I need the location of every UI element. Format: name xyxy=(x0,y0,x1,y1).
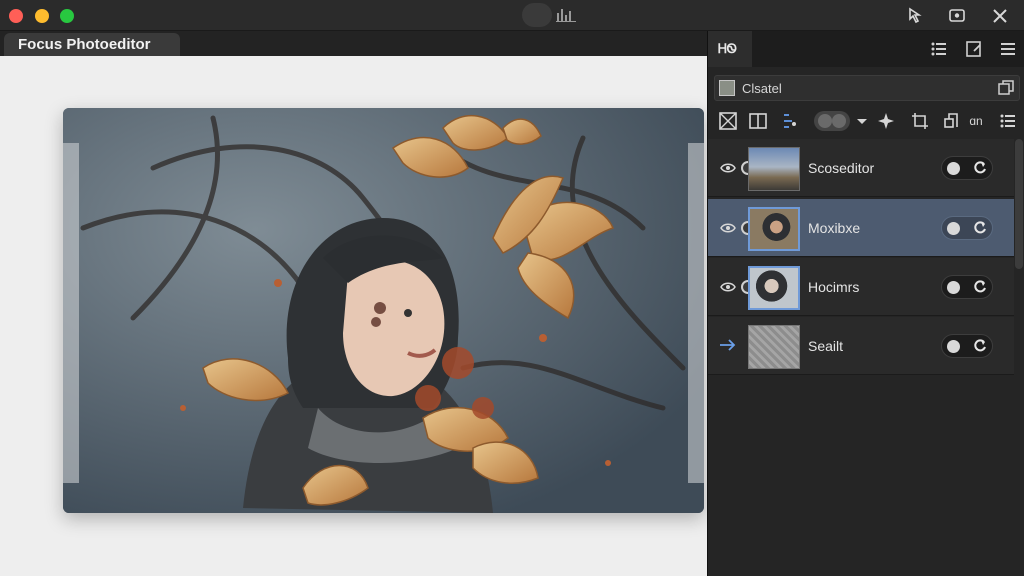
layer-thumbnail xyxy=(748,266,800,310)
document-tab[interactable]: Focus Photoeditor xyxy=(4,33,180,56)
layer-thumbnail xyxy=(748,207,800,251)
window-title-bar xyxy=(0,0,1024,31)
layer-name: Scoseditor xyxy=(808,160,875,176)
layer-row-selected[interactable]: Moxibxe xyxy=(708,199,1014,257)
layer-row[interactable]: Hocimrs xyxy=(708,258,1014,316)
layer-toggle[interactable] xyxy=(941,156,993,180)
filter-field-text: Clsatel xyxy=(742,81,782,96)
toggle-knob xyxy=(947,162,960,175)
list-icon[interactable] xyxy=(929,39,949,59)
eye-icon[interactable] xyxy=(720,279,736,295)
zoom-window-button[interactable] xyxy=(60,9,74,23)
layer-toolbar: ɑn xyxy=(714,108,1020,134)
refresh-icon[interactable] xyxy=(972,279,988,295)
layer-thumbnail xyxy=(748,325,800,369)
close-icon[interactable] xyxy=(989,5,1011,27)
eye-icon[interactable] xyxy=(720,220,736,236)
filter-thumbnail-icon xyxy=(719,80,735,96)
layer-toggle[interactable] xyxy=(941,216,993,240)
layer-name: Seailt xyxy=(808,338,844,354)
align-icon[interactable] xyxy=(942,111,962,131)
layers-panel: ᎻᏫ Clsatel ɑn Scoseditor Moxibxe Hocimrs… xyxy=(707,31,1024,576)
toggle-knob xyxy=(947,281,960,294)
toggle-knob xyxy=(947,222,960,235)
arrow-right-icon xyxy=(720,339,736,351)
layer-thumbnail xyxy=(748,147,800,191)
minimize-window-button[interactable] xyxy=(35,9,49,23)
edit-document-icon[interactable] xyxy=(964,39,984,59)
blend-mode-toggle[interactable] xyxy=(814,111,850,131)
layer-name: Moxibxe xyxy=(808,220,861,236)
list-icon[interactable] xyxy=(998,111,1018,131)
title-center-controls xyxy=(522,3,578,27)
document-tab-bar: Focus Photoeditor xyxy=(0,31,707,56)
book-icon[interactable] xyxy=(748,111,768,131)
chevron-down-icon[interactable] xyxy=(852,111,872,131)
layer-row[interactable]: Seailt xyxy=(708,317,1014,375)
histogram-icon[interactable] xyxy=(556,7,576,23)
menu-icon[interactable] xyxy=(998,39,1018,59)
toolbar-text-label: ɑn xyxy=(969,114,983,128)
screen-record-icon[interactable] xyxy=(946,5,968,27)
layer-filter-field[interactable]: Clsatel xyxy=(714,75,1020,101)
panel-tab-bar: ᎻᏫ xyxy=(708,31,1024,67)
panel-tab-active[interactable]: ᎻᏫ xyxy=(708,31,752,67)
eye-icon[interactable] xyxy=(720,160,736,176)
sidebar-toggle-pill[interactable] xyxy=(522,3,552,27)
mask-icon[interactable] xyxy=(718,111,738,131)
close-window-button[interactable] xyxy=(9,9,23,23)
layer-toggle[interactable] xyxy=(941,275,993,299)
toggle-knob xyxy=(947,340,960,353)
layer-list-scrollbar[interactable] xyxy=(1015,139,1023,269)
refresh-icon[interactable] xyxy=(972,220,988,236)
star-icon[interactable] xyxy=(876,111,896,131)
duplicate-icon[interactable] xyxy=(997,79,1015,97)
layer-name: Hocimrs xyxy=(808,279,860,295)
layer-row[interactable]: Scoseditor xyxy=(708,139,1014,197)
portrait-image xyxy=(63,108,704,513)
refresh-icon[interactable] xyxy=(972,160,988,176)
layer-toggle[interactable] xyxy=(941,334,993,358)
pointer-icon[interactable] xyxy=(905,5,927,27)
canvas-area[interactable] xyxy=(0,56,707,576)
crop-icon[interactable] xyxy=(910,111,930,131)
edited-photo[interactable] xyxy=(63,108,704,513)
refresh-icon[interactable] xyxy=(972,338,988,354)
adjust-icon[interactable] xyxy=(780,111,800,131)
